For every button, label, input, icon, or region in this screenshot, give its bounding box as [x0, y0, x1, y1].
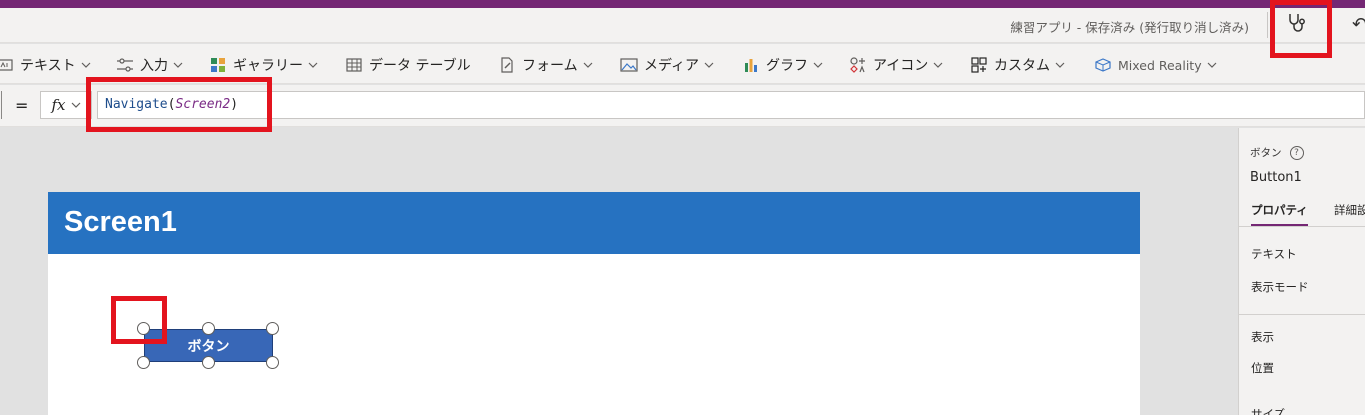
- toolbar-media[interactable]: メディア: [620, 54, 714, 76]
- chevron-down-icon: [173, 62, 183, 68]
- media-icon: [620, 56, 638, 74]
- resize-handle-top-left[interactable]: [137, 322, 150, 335]
- canvas-area: Screen1 ボタン: [0, 128, 1237, 415]
- toolbar-input-label: 入力: [140, 58, 168, 74]
- formula-close-paren: ): [230, 97, 239, 112]
- toolbar-custom-label: カスタム: [994, 58, 1050, 74]
- toolbar-custom[interactable]: カスタム: [970, 54, 1065, 76]
- resize-handle-bottom-right[interactable]: [266, 356, 279, 369]
- chevron-down-icon: [1207, 62, 1217, 68]
- prop-display-mode[interactable]: 表示モード: [1251, 279, 1309, 295]
- toolbar-form[interactable]: フォーム: [498, 54, 593, 76]
- mixed-reality-icon: [1094, 56, 1112, 74]
- toolbar-text-label: テキスト: [20, 58, 76, 74]
- undo-icon[interactable]: ↶: [1352, 14, 1365, 35]
- control-name[interactable]: Button1: [1250, 170, 1302, 185]
- toolbar-input[interactable]: 入力: [116, 54, 183, 76]
- insert-toolbar: テキスト 入力 ギャラリー データ テーブル フォーム メディア グラフ アイコ…: [0, 44, 1365, 84]
- tab-advanced[interactable]: 詳細設定: [1334, 202, 1365, 218]
- app-header-bar: [0, 0, 1365, 8]
- prop-text[interactable]: テキスト: [1251, 246, 1297, 262]
- chevron-down-icon: [308, 62, 318, 68]
- title-divider: [1267, 12, 1268, 38]
- toolbar-icons-label: アイコン: [873, 58, 929, 74]
- chart-icon: [742, 56, 760, 74]
- fx-icon: fx: [51, 96, 66, 114]
- screen-header: Screen1: [48, 192, 1140, 254]
- toolbar-mixed-reality[interactable]: Mixed Reality: [1094, 54, 1217, 76]
- chevron-down-icon: [813, 62, 823, 68]
- chevron-down-icon: [71, 102, 81, 108]
- properties-panel: ボタン ? Button1 プロパティ 詳細設定 テキスト 表示モード 表示 位…: [1238, 128, 1365, 415]
- formula-input[interactable]: Navigate(Screen2): [97, 91, 1365, 119]
- data-table-icon: [345, 56, 363, 74]
- toolbar-media-label: メディア: [644, 58, 700, 74]
- tab-properties[interactable]: プロパティ: [1251, 202, 1308, 227]
- toolbar-text[interactable]: テキスト: [0, 54, 91, 76]
- formula-function: Navigate: [105, 97, 168, 112]
- form-icon: [498, 56, 516, 74]
- control-type-label: ボタン: [1250, 147, 1282, 159]
- title-bar: 練習アプリ - 保存済み (発行取り消し済み) ↶: [0, 8, 1365, 43]
- toolbar-gallery[interactable]: ギャラリー: [209, 54, 318, 76]
- toolbar-form-label: フォーム: [522, 58, 578, 74]
- chevron-down-icon: [933, 62, 943, 68]
- app-checker-button[interactable]: [1282, 11, 1312, 39]
- stethoscope-icon: [1287, 12, 1307, 38]
- property-selector[interactable]: [0, 91, 2, 119]
- chevron-down-icon: [704, 62, 714, 68]
- tabs-divider: [1239, 226, 1365, 227]
- text-icon: [0, 56, 14, 74]
- icons-icon: [849, 56, 867, 74]
- toolbar-icons[interactable]: アイコン: [849, 54, 943, 76]
- toolbar-gallery-label: ギャラリー: [233, 58, 303, 74]
- toolbar-mixed-reality-label: Mixed Reality: [1118, 57, 1202, 73]
- prop-size[interactable]: サイズ: [1251, 406, 1285, 415]
- toolbar-data-table-label: データ テーブル: [369, 58, 471, 74]
- screen-frame[interactable]: Screen1 ボタン: [48, 192, 1140, 415]
- gallery-icon: [209, 56, 227, 74]
- toolbar-data-table[interactable]: データ テーブル: [345, 54, 471, 76]
- app-title: 練習アプリ - 保存済み (発行取り消し済み): [1010, 20, 1249, 35]
- custom-icon: [970, 56, 988, 74]
- fx-button[interactable]: fx: [40, 91, 92, 119]
- toolbar-chart[interactable]: グラフ: [742, 54, 823, 76]
- resize-handle-top[interactable]: [202, 322, 215, 335]
- equals-sign: =: [15, 96, 29, 115]
- prop-position[interactable]: 位置: [1251, 360, 1274, 376]
- help-icon[interactable]: ?: [1289, 145, 1304, 160]
- resize-handle-bottom-left[interactable]: [137, 356, 150, 369]
- resize-handle-top-right[interactable]: [266, 322, 279, 335]
- formula-bar: = fx Navigate(Screen2): [0, 85, 1365, 127]
- control-type: ボタン ?: [1250, 145, 1304, 160]
- input-icon: [116, 56, 134, 74]
- prop-visible[interactable]: 表示: [1251, 329, 1274, 345]
- chevron-down-icon: [81, 62, 91, 68]
- screen-title: Screen1: [64, 206, 177, 238]
- toolbar-chart-label: グラフ: [766, 58, 808, 74]
- chevron-down-icon: [583, 62, 593, 68]
- resize-handle-bottom[interactable]: [202, 356, 215, 369]
- formula-argument: Screen2: [175, 97, 231, 112]
- chevron-down-icon: [1055, 62, 1065, 68]
- props-divider: [1239, 314, 1365, 315]
